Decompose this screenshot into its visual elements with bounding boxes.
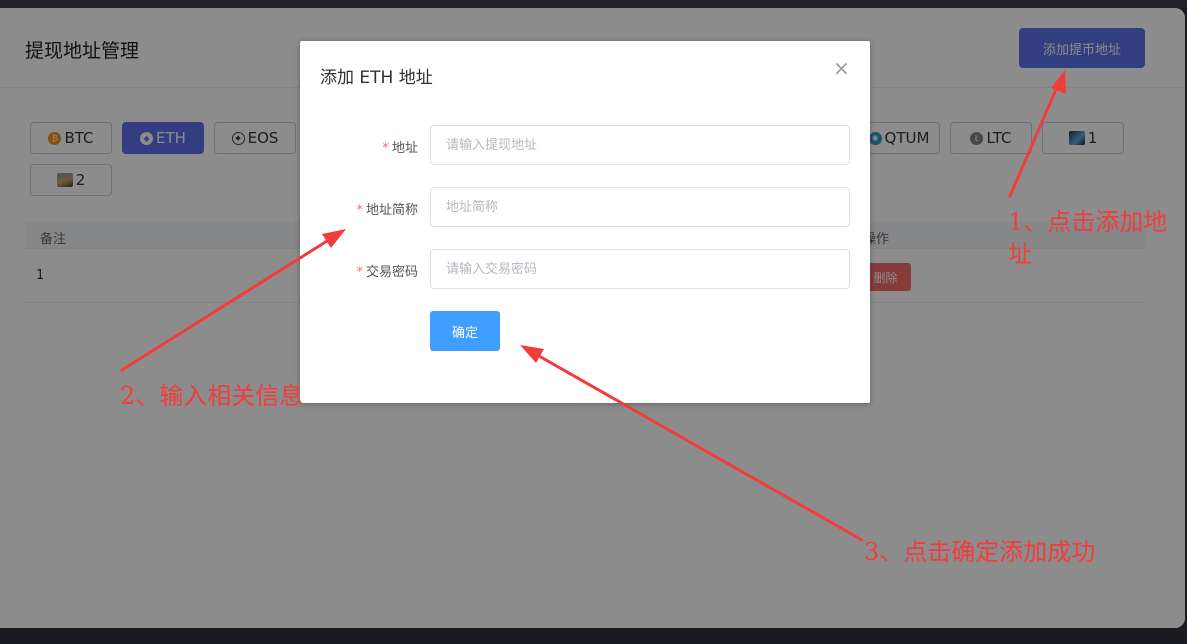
annotation-step3: 3、点击确定添加成功 (864, 538, 1096, 566)
address-alias-input[interactable] (430, 187, 850, 227)
confirm-button[interactable]: 确定 (430, 311, 500, 351)
add-address-dialog: 添加 ETH 地址 × *地址 *地址简称 *交易密码 确定 (300, 41, 870, 403)
annotation-step2: 2、输入相关信息 (120, 382, 304, 410)
trade-password-input[interactable] (430, 249, 850, 289)
address-input[interactable] (430, 125, 850, 165)
required-mark: * (356, 265, 363, 280)
window-top-bar (0, 0, 1187, 8)
annotation-step1: 1、点击添加地址 (1008, 208, 1168, 268)
trade-password-label: * 交易密码 (356, 265, 418, 280)
close-icon[interactable]: × (833, 58, 850, 78)
address-label: * 地址 (382, 141, 418, 156)
address-alias-label: * 地址简称 (356, 203, 418, 218)
required-mark: * (356, 203, 363, 218)
dialog-title: 添加 ETH 地址 (320, 68, 433, 88)
required-mark: * (382, 141, 389, 156)
